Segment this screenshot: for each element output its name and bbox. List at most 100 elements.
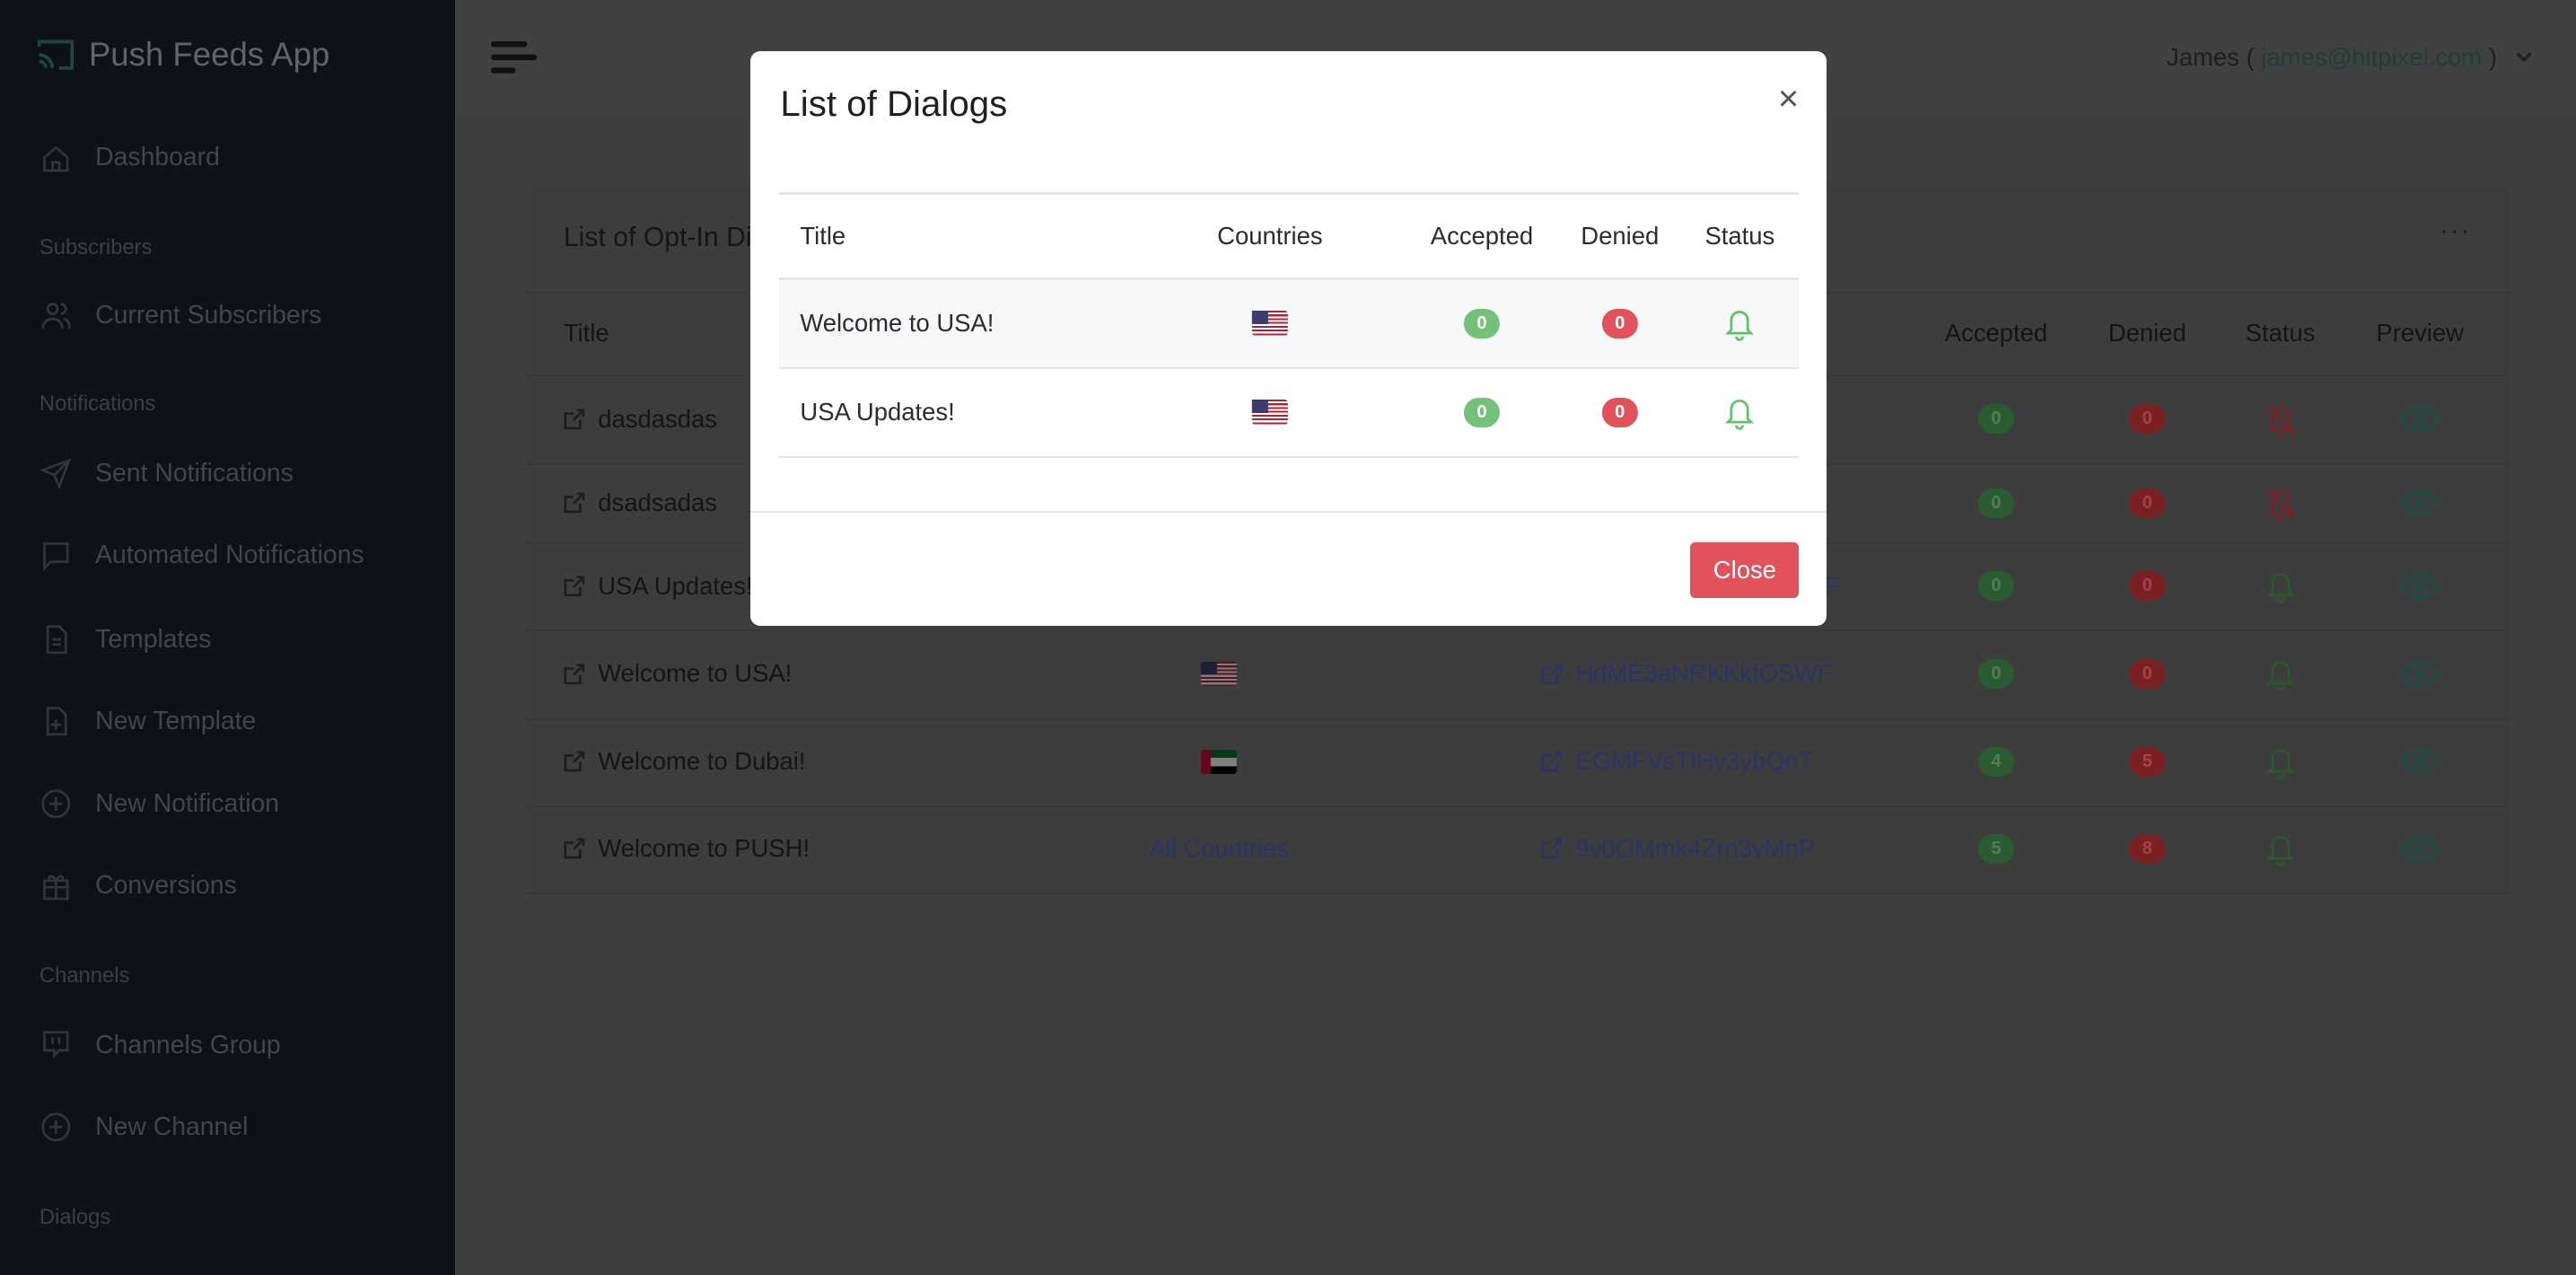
- denied-badge: 0: [1601, 397, 1638, 427]
- status-toggle[interactable]: [2264, 655, 2297, 692]
- bell-icon: [1725, 399, 1755, 430]
- dialog-title: Welcome to USA!: [800, 309, 994, 338]
- eye-icon[interactable]: [2400, 834, 2440, 864]
- list-of-dialogs-modal: List of Dialogs × Title Countries Accept…: [750, 50, 1827, 627]
- status-toggle[interactable]: [2264, 743, 2297, 780]
- chevron-down-icon: [2515, 52, 2532, 63]
- sidebar-item-label: Dashboard: [95, 143, 220, 172]
- message-icon: [43, 542, 69, 572]
- preview-button[interactable]: [2400, 404, 2440, 434]
- external-link-icon[interactable]: [564, 838, 585, 859]
- twitch-icon: [43, 1031, 69, 1059]
- dialog-title[interactable]: Welcome to Dubai!: [598, 747, 805, 776]
- sidebar-item-sent-notifications[interactable]: Sent Notifications: [39, 457, 294, 490]
- col-denied: Denied: [2107, 318, 2186, 347]
- eye-icon[interactable]: [2400, 571, 2440, 601]
- accepted-badge: 0: [1977, 571, 2015, 601]
- sidebar-item-label: New Notification: [95, 788, 280, 818]
- sidebar-item-label: Channels Group: [95, 1030, 281, 1060]
- home-icon: [43, 145, 69, 172]
- sidebar-item-new-template[interactable]: New Template: [39, 705, 256, 738]
- close-button[interactable]: Close: [1690, 542, 1800, 599]
- status-toggle[interactable]: [2264, 401, 2297, 437]
- sidebar-item-dashboard[interactable]: Dashboard: [39, 141, 220, 174]
- modal-table-header: Title Countries Accepted Denied Status: [778, 192, 1800, 280]
- app-logo[interactable]: Push Feeds App: [36, 36, 329, 74]
- status-toggle[interactable]: [2264, 567, 2297, 604]
- dialog-title: USA Updates!: [800, 398, 955, 426]
- preview-button[interactable]: [2400, 488, 2440, 518]
- dialog-title[interactable]: USA Updates!: [598, 572, 752, 601]
- accepted-badge: 0: [1977, 404, 2015, 435]
- sidebar-item-conversions[interactable]: Conversions: [39, 869, 237, 902]
- external-link-icon[interactable]: [564, 751, 585, 772]
- preview-button[interactable]: [2400, 747, 2440, 777]
- modal-footer-divider: [750, 511, 1827, 514]
- preview-button[interactable]: [2400, 659, 2440, 689]
- col-denied: Denied: [1581, 221, 1660, 250]
- bell-off-icon: [2265, 487, 2295, 521]
- dialog-id-link[interactable]: 9v0OMmk4Zrn3vMnP: [1575, 834, 1815, 863]
- eye-icon[interactable]: [2400, 747, 2440, 777]
- app-name: Push Feeds App: [88, 36, 330, 74]
- external-link-icon[interactable]: [1541, 664, 1563, 685]
- col-accepted: Accepted: [1944, 318, 2048, 347]
- eye-icon[interactable]: [2400, 659, 2440, 689]
- denied-badge: 5: [2129, 746, 2166, 777]
- dialog-title[interactable]: Welcome to USA!: [598, 659, 792, 688]
- eye-icon[interactable]: [2400, 488, 2440, 518]
- dialog-title[interactable]: dsadsadas: [598, 488, 717, 517]
- accepted-badge: 0: [1977, 658, 2015, 689]
- countries-link[interactable]: All Countries: [1149, 834, 1289, 863]
- dialog-title[interactable]: Welcome to PUSH!: [598, 834, 810, 863]
- sidebar-item-templates[interactable]: Templates: [39, 623, 211, 656]
- denied-badge: 0: [2129, 404, 2166, 435]
- denied-badge: 0: [2129, 658, 2166, 689]
- status-toggle[interactable]: [1723, 369, 1757, 456]
- eye-icon[interactable]: [2400, 404, 2440, 434]
- bell-icon: [2265, 661, 2295, 692]
- sidebar-item-automated-notifications[interactable]: Automated Notifications: [39, 539, 364, 572]
- user-menu[interactable]: James ( james@hitpixel.com ): [2167, 43, 2533, 72]
- sidebar-item-label: Sent Notifications: [95, 458, 294, 488]
- table-row: Welcome to USA! HdME3aNRKKkfOSWF 0 0: [525, 629, 2510, 720]
- sidebar-item-channels-group[interactable]: Channels Group: [39, 1029, 281, 1062]
- gift-icon: [43, 875, 69, 901]
- status-toggle[interactable]: [2264, 485, 2297, 521]
- sidebar-item-label: Templates: [95, 624, 212, 654]
- file-icon: [46, 625, 67, 655]
- sidebar-item-new-channel[interactable]: New Channel: [39, 1111, 248, 1144]
- dialog-title[interactable]: dasdasdas: [598, 405, 717, 434]
- external-link-icon[interactable]: [1541, 751, 1563, 772]
- col-status: Status: [2245, 318, 2316, 347]
- preview-button[interactable]: [2400, 834, 2440, 864]
- sidebar-section-label: Notifications: [39, 391, 156, 416]
- external-link-icon[interactable]: [564, 576, 585, 597]
- dialog-id-link[interactable]: HdME3aNRKKkfOSWF: [1575, 659, 1833, 688]
- col-preview: Preview: [2376, 318, 2464, 347]
- close-icon[interactable]: ×: [1778, 80, 1800, 117]
- flag-us-icon: [1251, 400, 1289, 425]
- bell-icon: [2265, 836, 2295, 867]
- external-link-icon[interactable]: [564, 664, 585, 685]
- send-icon: [39, 458, 72, 490]
- status-toggle[interactable]: [1723, 280, 1757, 367]
- menu-icon[interactable]: [491, 40, 538, 75]
- external-link-icon[interactable]: [564, 492, 585, 514]
- accepted-badge: 0: [1977, 488, 2015, 518]
- external-link-icon[interactable]: [1541, 838, 1563, 859]
- dialog-id-link[interactable]: EGMFVsTlHy3ybQnT: [1575, 747, 1813, 776]
- more-options-icon[interactable]: ···: [2440, 215, 2471, 246]
- table-row: Welcome to Dubai! EGMFVsTlHy3ybQnT 4 5: [525, 718, 2510, 807]
- status-toggle[interactable]: [2264, 831, 2297, 867]
- users-icon: [41, 303, 71, 330]
- col-countries: Countries: [1217, 221, 1323, 250]
- sidebar-item-new-notification[interactable]: New Notification: [39, 787, 279, 821]
- sidebar-section-label: Dialogs: [39, 1204, 111, 1229]
- sidebar-item-current-subscribers[interactable]: Current Subscribers: [39, 299, 321, 332]
- col-title: Title: [800, 221, 846, 250]
- external-link-icon[interactable]: [564, 409, 585, 430]
- flag-us-icon: [1251, 311, 1289, 336]
- preview-button[interactable]: [2400, 571, 2440, 601]
- col-title: Title: [563, 318, 609, 347]
